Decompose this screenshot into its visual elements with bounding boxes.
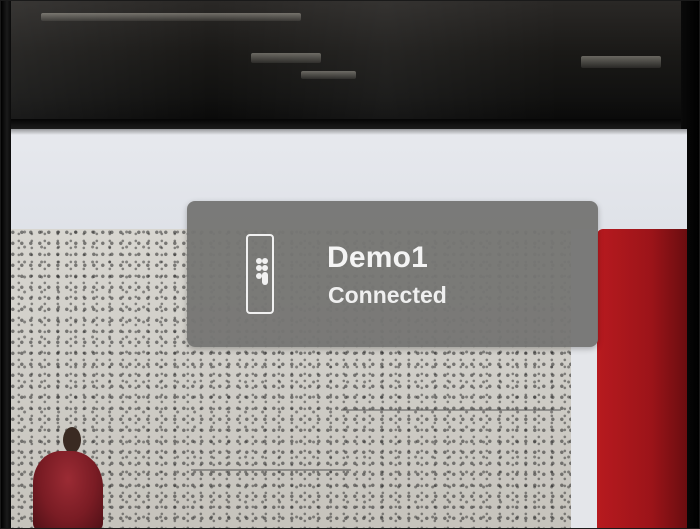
bezel-lower-edge — [1, 119, 699, 129]
remote-button-dot — [262, 265, 268, 271]
connection-status: Connected — [328, 282, 447, 308]
bezel-left-edge — [1, 1, 11, 528]
remote-volume-button — [262, 272, 268, 285]
connection-notification: Demo1 Connected — [187, 201, 598, 347]
artwork-figure — [33, 451, 103, 528]
screen-edge-shadow — [11, 129, 687, 135]
artwork-figure-head — [63, 427, 81, 453]
device-name: Demo1 — [327, 241, 429, 274]
tv-bezel — [1, 1, 699, 129]
ceiling-light-reflection — [41, 13, 301, 21]
remote-button-dot — [262, 258, 268, 264]
ceiling-light-reflection — [251, 53, 321, 63]
photo-frame: Demo1 Connected — [0, 0, 700, 529]
artwork-texture-line — [191, 469, 351, 471]
ceiling-light-reflection — [301, 71, 356, 79]
ceiling-light-reflection — [581, 56, 661, 68]
remote-icon — [246, 234, 274, 314]
background-red-tile — [597, 229, 687, 528]
artwork-texture-line — [341, 409, 561, 411]
